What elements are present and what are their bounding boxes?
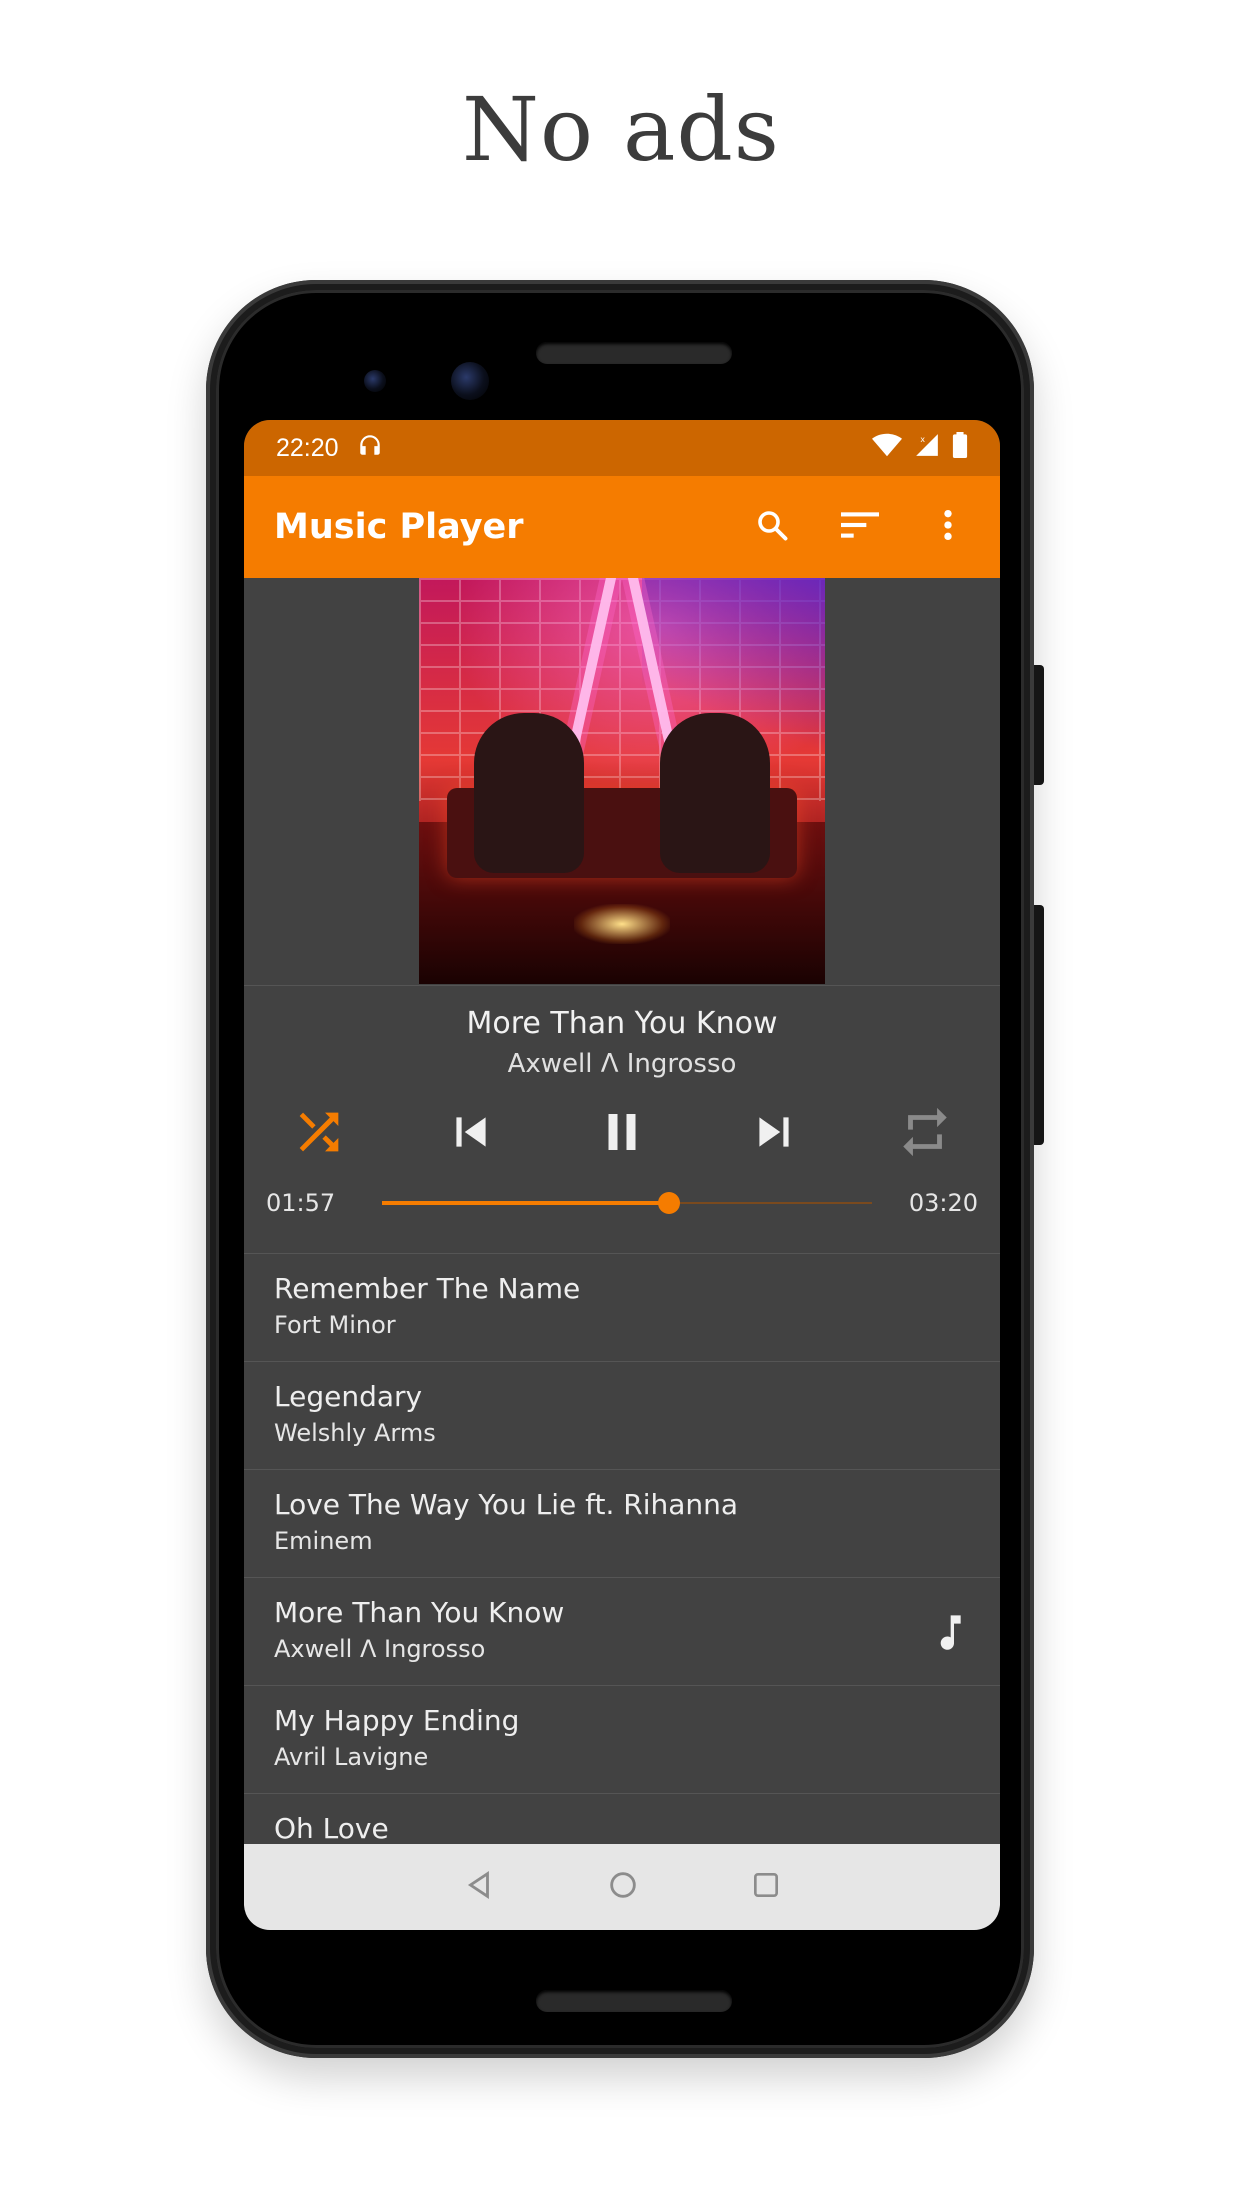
system-nav-bar (244, 1844, 1000, 1930)
pause-button[interactable] (589, 1101, 655, 1167)
volume-button (1034, 905, 1044, 1145)
song-title: Remember The Name (274, 1272, 581, 1305)
playback-controls (244, 1101, 1000, 1167)
back-button[interactable] (462, 1868, 496, 1906)
next-button[interactable] (741, 1101, 807, 1167)
more-vert-icon (943, 508, 953, 546)
list-item[interactable]: Remember The Name Fort Minor (244, 1254, 1000, 1362)
shuffle-icon (290, 1103, 348, 1165)
previous-button[interactable] (438, 1101, 504, 1167)
headphones-icon (357, 432, 383, 465)
now-playing-artist: Axwell Λ Ingrosso (507, 1049, 737, 1079)
front-camera (451, 362, 489, 400)
album-art (419, 578, 825, 984)
elapsed-time: 01:57 (266, 1189, 336, 1217)
music-note-icon (934, 1612, 964, 1656)
bottom-speaker (536, 1990, 732, 2012)
list-item[interactable]: My Happy Ending Avril Lavigne (244, 1686, 1000, 1794)
battery-icon (952, 431, 968, 465)
song-title: More Than You Know (274, 1596, 565, 1629)
wifi-icon (872, 432, 902, 465)
headline: No ads (462, 78, 780, 181)
song-list: Remember The Name Fort Minor Legendary W… (244, 1253, 1000, 1902)
list-item[interactable]: Legendary Welshly Arms (244, 1362, 1000, 1470)
list-item[interactable]: Love The Way You Lie ft. Rihanna Eminem (244, 1470, 1000, 1578)
song-artist: Eminem (274, 1527, 373, 1555)
song-title: Oh Love (274, 1812, 389, 1845)
earpiece-speaker (536, 342, 732, 364)
status-time: 22:20 (276, 433, 339, 462)
app-title: Music Player (274, 507, 524, 547)
repeat-icon (896, 1103, 954, 1165)
sort-button[interactable] (838, 505, 882, 549)
seek-bar[interactable] (382, 1188, 872, 1218)
shuffle-button[interactable] (286, 1101, 352, 1167)
app-bar: Music Player (244, 476, 1000, 578)
sensor (364, 370, 386, 392)
pause-icon (595, 1105, 649, 1163)
song-artist: Welshly Arms (274, 1419, 436, 1447)
svg-text:x: x (921, 433, 926, 443)
progress-row: 01:57 03:20 (244, 1183, 1000, 1223)
repeat-button[interactable] (892, 1101, 958, 1167)
phone-screen: 22:20 x Music Player More Than You Know … (244, 420, 1000, 1930)
list-item[interactable]: More Than You Know Axwell Λ Ingrosso (244, 1578, 1000, 1686)
sort-icon (841, 510, 879, 544)
song-artist: Avril Lavigne (274, 1743, 429, 1771)
album-art-area (244, 578, 1000, 986)
home-button[interactable] (606, 1868, 640, 1906)
now-playing-title: More Than You Know (466, 1006, 778, 1041)
song-title: Love The Way You Lie ft. Rihanna (274, 1488, 739, 1521)
search-button[interactable] (750, 505, 794, 549)
song-artist: Fort Minor (274, 1311, 396, 1339)
power-button (1034, 665, 1044, 785)
seek-thumb[interactable] (657, 1192, 680, 1214)
skip-next-icon (749, 1107, 799, 1161)
skip-previous-icon (446, 1107, 496, 1161)
search-icon (754, 507, 790, 547)
signal-icon: x (914, 432, 940, 465)
more-options-button[interactable] (926, 505, 970, 549)
now-playing-info: More Than You Know Axwell Λ Ingrosso (244, 986, 1000, 1079)
song-title: Legendary (274, 1380, 423, 1413)
song-artist: Axwell Λ Ingrosso (274, 1635, 486, 1663)
recents-button[interactable] (750, 1869, 782, 1905)
song-title: My Happy Ending (274, 1704, 520, 1737)
total-time: 03:20 (908, 1189, 978, 1217)
status-bar: 22:20 x (244, 420, 1000, 476)
